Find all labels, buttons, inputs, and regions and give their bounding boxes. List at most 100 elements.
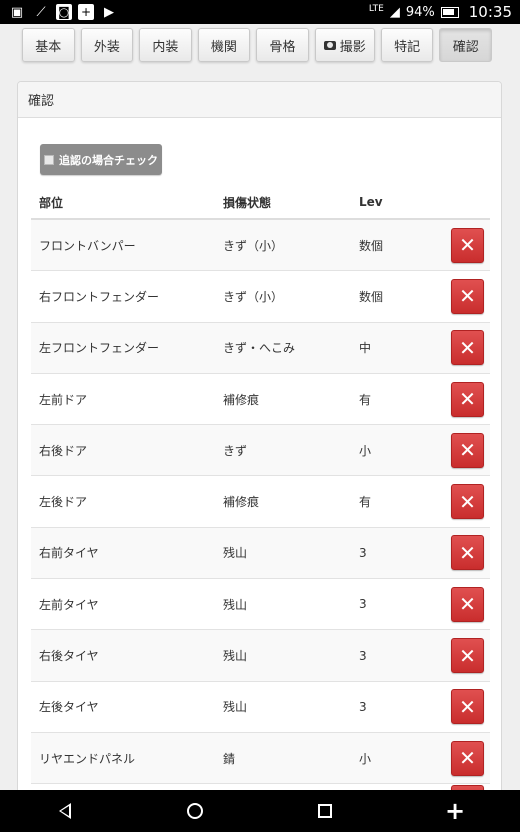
home-button[interactable]	[175, 791, 215, 831]
close-icon: ✕	[459, 284, 476, 309]
checkbox-icon	[44, 154, 54, 165]
reconfirm-check-button[interactable]: 追認の場合チェック	[40, 144, 162, 175]
tab-kikan[interactable]: 機関	[197, 28, 251, 62]
delete-button[interactable]: ✕	[451, 535, 484, 571]
table-row: 左後ドア 補修痕 有 ✕	[31, 476, 490, 528]
lte-indicator: LTE	[368, 4, 384, 14]
cell-action: ✕	[441, 278, 490, 314]
plus-button[interactable]: +	[435, 791, 475, 831]
cell-action: ✕	[441, 535, 490, 571]
delete-button[interactable]: ✕	[451, 227, 484, 263]
cell-action: ✕	[441, 740, 490, 776]
cell-action: ✕	[441, 586, 490, 622]
close-icon: ✕	[459, 746, 476, 771]
cell-part: 左後ドア	[39, 495, 88, 510]
image-icon: ▣	[10, 4, 24, 20]
table-row: 右前タイヤ 残山 3 ✕	[31, 527, 490, 580]
navigation-bar: +	[0, 790, 520, 832]
tab-gaisou[interactable]: 外装	[80, 28, 134, 62]
cell-lev: 小	[359, 751, 372, 766]
close-icon: ✕	[459, 438, 476, 463]
signal-icon: ◢	[389, 4, 400, 20]
close-icon: ✕	[459, 387, 476, 412]
cell-damage: きず	[223, 443, 248, 458]
cell-damage: 錆	[223, 751, 236, 766]
delete-button[interactable]: ✕	[451, 278, 484, 314]
tab-label: 機関	[210, 39, 237, 55]
home-icon	[187, 803, 203, 819]
tab-kakunin[interactable]: 確認	[439, 28, 492, 62]
column-header-lev: Lev	[359, 195, 383, 209]
play-store-icon: ▶	[104, 4, 114, 20]
plus-notification-icon: +	[78, 4, 94, 20]
tab-tokki[interactable]: 特記	[380, 28, 434, 62]
cell-lev: 有	[359, 495, 372, 510]
tab-label: 骨格	[269, 39, 296, 55]
table-row: リヤエンドパネル 錆 小 ✕	[31, 732, 490, 785]
recent-apps-button[interactable]	[305, 791, 345, 831]
app-notification-icon: ◙	[56, 4, 72, 20]
delete-button[interactable]: ✕	[451, 638, 484, 674]
plus-icon: +	[444, 797, 466, 825]
cell-lev: 3	[359, 545, 367, 560]
recent-apps-icon	[318, 804, 332, 818]
cell-damage: きず（小）	[223, 238, 284, 253]
close-icon: ✕	[459, 335, 476, 360]
delete-button[interactable]: ✕	[451, 484, 484, 520]
cell-part: フロントバンパー	[39, 238, 136, 253]
tab-label: 内装	[152, 39, 179, 55]
table-body: フロントバンパー きず（小） 数個 ✕ 右フロントフェンダー きず（小） 数個 ✕ 左フロントフ…	[31, 220, 490, 785]
vibrate-off-icon: ⟋	[36, 4, 46, 20]
cell-damage: 残山	[223, 649, 248, 664]
status-icons-left: ▣ ⟋ ◙ + ▶	[8, 4, 118, 20]
cell-damage: 補修痕	[223, 392, 260, 407]
delete-button[interactable]: ✕	[451, 381, 484, 417]
back-icon	[59, 803, 71, 819]
cell-action: ✕	[441, 330, 490, 366]
delete-button[interactable]: ✕	[451, 330, 484, 366]
tab-kihon[interactable]: 基本	[22, 28, 75, 62]
cell-action: ✕	[441, 227, 490, 263]
battery-percent: 94%	[405, 4, 435, 20]
cell-part: 右後ドア	[39, 443, 88, 458]
close-icon: ✕	[459, 489, 476, 514]
table-row: 右後タイヤ 残山 3 ✕	[31, 630, 490, 682]
section-tabs: 基本 外装 内装 機関 骨格 撮影 特記 確認	[22, 28, 492, 62]
cell-damage: きず・へこみ	[223, 341, 296, 356]
cell-action: ✕	[441, 381, 490, 417]
tab-label: 外装	[93, 39, 120, 55]
delete-button[interactable]: ✕	[451, 586, 484, 622]
back-button[interactable]	[45, 791, 85, 831]
cell-damage: 補修痕	[223, 495, 260, 510]
tab-label: 撮影	[339, 39, 366, 55]
close-icon: ✕	[459, 592, 476, 617]
table-row: 左フロントフェンダー きず・へこみ 中 ✕	[31, 322, 490, 374]
status-bar: ▣ ⟋ ◙ + ▶ LTE ◢ 94% 10:35	[0, 0, 520, 24]
cell-part: 左フロントフェンダー	[39, 341, 160, 356]
delete-button[interactable]: ✕	[451, 432, 484, 468]
cell-part: 左前ドア	[39, 392, 88, 407]
table-row: フロントバンパー きず（小） 数個 ✕	[31, 220, 490, 272]
tab-label: 特記	[394, 39, 421, 55]
delete-button[interactable]: ✕	[451, 689, 484, 725]
tab-kokkaku[interactable]: 骨格	[256, 28, 309, 62]
cell-part: リヤエンドパネル	[39, 751, 136, 766]
damage-table: 部位 損傷状態 Lev フロントバンパー きず（小） 数個 ✕ 右フロントフェンダー きず…	[31, 186, 490, 785]
battery-icon	[440, 6, 459, 18]
cell-damage: きず（小）	[223, 289, 284, 304]
tab-satsuei[interactable]: 撮影	[314, 28, 375, 62]
table-row: 左後タイヤ 残山 3 ✕	[31, 681, 490, 733]
column-header-damage: 損傷状態	[223, 195, 272, 210]
cell-lev: 小	[359, 443, 372, 458]
cell-lev: 3	[359, 648, 367, 663]
table-row: 右後ドア きず 小 ✕	[31, 425, 490, 477]
close-icon: ✕	[459, 233, 476, 258]
table-header: 部位 損傷状態 Lev	[31, 186, 490, 220]
cell-action: ✕	[441, 484, 490, 520]
tab-label: 基本	[35, 39, 62, 55]
tab-naisou[interactable]: 内装	[139, 28, 192, 62]
close-icon: ✕	[459, 540, 476, 565]
delete-button[interactable]: ✕	[451, 740, 484, 776]
cell-lev: 3	[359, 699, 367, 714]
table-row: 左前タイヤ 残山 3 ✕	[31, 579, 490, 631]
